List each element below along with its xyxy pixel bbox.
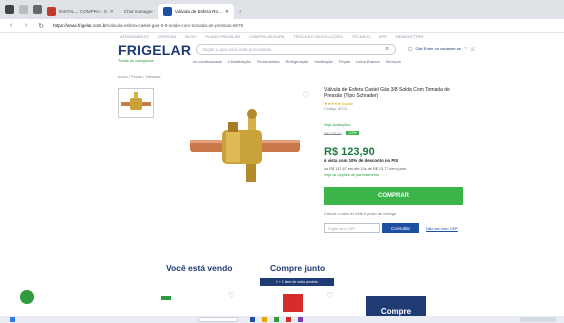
top-link[interactable]: PLANO FRIGELAR (205, 34, 240, 39)
compre-button[interactable]: Compre (366, 296, 426, 316)
product-title: Válvula de Esfera Castel Gás 3/8 Solda C… (324, 87, 450, 99)
all-categories-link[interactable]: Todas as categorias (118, 58, 154, 63)
close-icon[interactable]: ✕ (225, 9, 229, 15)
heart-icon[interactable]: ♡ (464, 46, 468, 51)
start-icon[interactable] (10, 317, 15, 322)
category-item[interactable]: Climatização (228, 59, 251, 64)
back-icon[interactable]: ‹ (7, 22, 15, 29)
favorite-icon[interactable]: ♡ (326, 291, 333, 300)
product-main-image[interactable] (190, 106, 300, 188)
user-icon: ◯ (408, 46, 413, 51)
shipping-label: Calcule o valor do frete e prazo de entr… (324, 212, 396, 216)
category-item[interactable]: Refrigeração (286, 59, 309, 64)
installments-text: ou R$ 137,67 em até 10x de R$ 13,77 sem … (324, 167, 406, 171)
new-window-icon[interactable] (19, 5, 28, 14)
login-link[interactable]: ◯ Olá! Entre ou cadastre-se ♡ 🛒 (408, 46, 476, 51)
top-link[interactable]: BLOG (185, 34, 196, 39)
product-card-image[interactable] (283, 294, 303, 312)
rating-stars[interactable]: ★★★★★ Avaliar (324, 101, 353, 106)
windows-taskbar (0, 316, 564, 323)
category-item[interactable]: Serviços (386, 59, 401, 64)
favorite-icon[interactable]: ♡ (228, 291, 235, 300)
close-icon[interactable]: ✕ (110, 9, 114, 15)
top-link[interactable]: COMPRA SEGURA (249, 34, 284, 39)
top-link[interactable]: TROCAS E DEVOLUÇÕES (293, 34, 342, 39)
installments-link[interactable]: Veja as opções de parcelamento (324, 173, 379, 177)
new-tab-button[interactable]: + (234, 4, 247, 19)
category-nav: Ar-condicionado Climatização Ferramentas… (193, 59, 401, 64)
taskbar-app-icon[interactable] (298, 317, 303, 322)
category-item[interactable]: Linha Branca (356, 59, 380, 64)
top-link[interactable]: APP (379, 34, 387, 39)
tab-3[interactable]: Válvula de Esfera Ro... ✕ (157, 4, 234, 19)
system-tray[interactable] (520, 317, 556, 322)
cep-input[interactable]: Digite seu CEP (324, 223, 380, 233)
browser-menu-icon[interactable] (5, 5, 14, 14)
category-item[interactable]: Ferramentas (257, 59, 280, 64)
product-thumbnail[interactable] (118, 88, 154, 118)
address-bar: ‹ › ↻ https://www.frigelar.com.br/valvul… (0, 19, 564, 33)
top-link[interactable]: ATENDIMENTO (120, 34, 149, 39)
discount-badge: -29% (346, 131, 359, 135)
category-item[interactable]: Peças (339, 59, 350, 64)
category-item[interactable]: Ventilação (314, 59, 332, 64)
buy-button[interactable]: COMPRAR (324, 187, 463, 205)
cep-button[interactable]: Consultar (382, 223, 419, 233)
url-field[interactable]: https://www.frigelar.com.br/valvula-esfe… (53, 23, 453, 28)
site-top-links: ATENDIMENTO OFERTAS BLOG PLANO FRIGELAR … (120, 34, 423, 39)
search-input[interactable]: Digite o que você está procurando ⌕ (196, 44, 396, 55)
taskbar-app-icon[interactable] (262, 317, 267, 322)
search-icon[interactable]: ⌕ (386, 46, 389, 53)
tab-favicon-icon (162, 7, 172, 16)
section-viewing-title: Você está vendo (166, 263, 233, 273)
product-card-badge (161, 296, 171, 300)
tab-favicon-icon (47, 7, 56, 16)
whatsapp-button[interactable] (20, 290, 34, 304)
tab-1[interactable]: INSTAL... COMPRA - S ✕ (42, 4, 119, 19)
favorite-icon[interactable]: ♡ (302, 90, 310, 101)
top-link[interactable]: OFERTAS (158, 34, 177, 39)
buy-together-bar: 1 + 1 item de outro produto (260, 278, 334, 286)
product-sku: Código: 6078 (324, 107, 347, 111)
browser-tabbar: INSTAL... COMPRA - S ✕ Chat manager Válvu… (0, 0, 564, 19)
site-logo[interactable]: FRIGELAR (118, 42, 191, 58)
section-buy-together-title: Compre junto (270, 263, 326, 273)
taskbar-app-icon[interactable] (274, 317, 279, 322)
pix-text: à vista com 10% de desconto no PIX (324, 158, 399, 163)
taskbar-app-icon[interactable] (286, 317, 291, 322)
valve-image (121, 92, 151, 110)
product-price: R$ 123,90 (324, 146, 375, 158)
category-item[interactable]: Ar-condicionado (193, 59, 222, 64)
sidebar-icon[interactable] (33, 5, 42, 14)
reviews-link[interactable]: Veja avaliações (324, 123, 350, 127)
tab-2[interactable]: Chat manager (119, 4, 158, 19)
old-price: R$ 175,00 (324, 132, 342, 136)
refresh-icon[interactable]: ↻ (37, 22, 45, 30)
top-link[interactable]: NEWSLETTER (396, 34, 423, 39)
forward-icon[interactable]: › (22, 22, 30, 29)
taskbar-search-input[interactable] (198, 317, 238, 322)
top-link[interactable]: TÉCNICO (352, 34, 370, 39)
taskbar-app-icon[interactable] (250, 317, 255, 322)
cart-icon[interactable]: 🛒 (471, 46, 476, 51)
cep-link[interactable]: Não sei meu CEP (426, 226, 458, 231)
breadcrumb: Início / Peças / Válvulas (118, 74, 161, 79)
